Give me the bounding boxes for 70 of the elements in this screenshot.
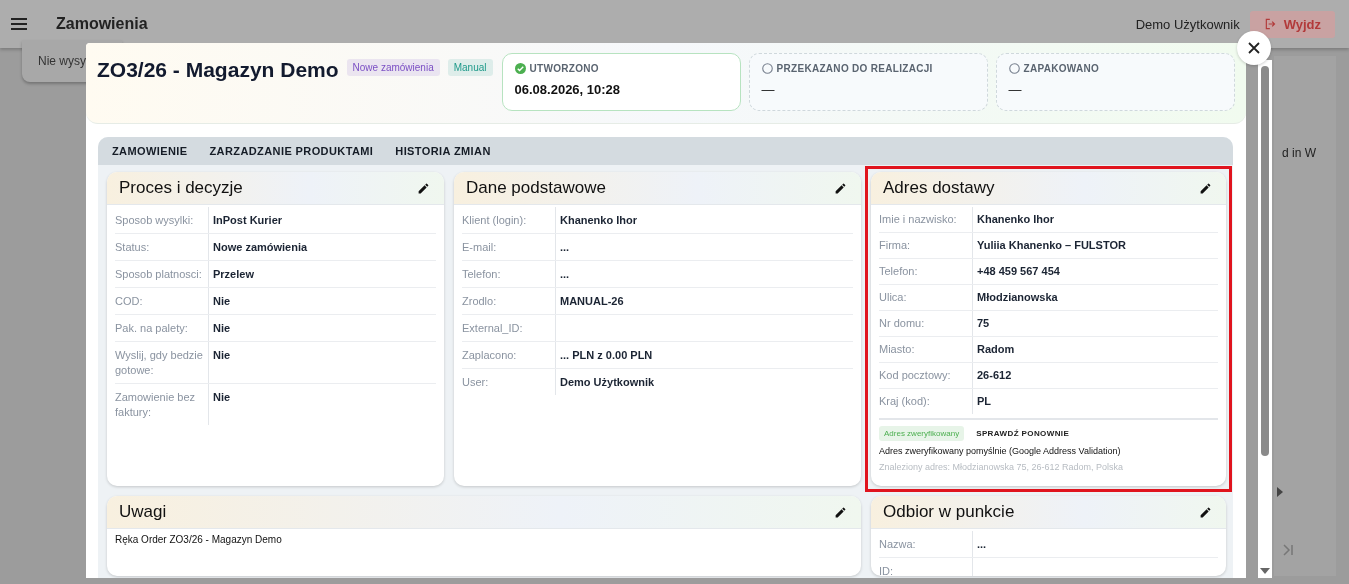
field-value: ... [559, 240, 571, 255]
field-value: 75 [976, 316, 991, 331]
stage-value: — [761, 82, 776, 97]
field-value: Radom [976, 342, 1016, 357]
field-value: Demo Użytkownik [559, 375, 656, 390]
field-label: Miasto: [879, 337, 973, 362]
field-label: Ulica: [879, 285, 973, 310]
field-label: Kod pocztowy: [879, 363, 973, 388]
stage-value: — [1008, 82, 1023, 97]
stage-value: 06.08.2026, 10:28 [514, 82, 622, 97]
field-label: ID: [879, 558, 973, 576]
card-title: Proces i decyzje [119, 178, 243, 198]
field-value: 26-612 [976, 368, 1013, 383]
field-value: Khanenko Ihor [976, 212, 1055, 227]
field-label: Sposob wysylki: [115, 207, 209, 233]
field-value: InPost Kurier [212, 213, 284, 228]
tab[interactable]: ZARZADZANIE PRODUKTAMI [198, 137, 385, 165]
field-label: Telefon: [462, 261, 556, 287]
field-label: Pak. na palety: [115, 315, 209, 341]
background-text: d in W [1282, 146, 1316, 160]
field-value: +48 459 567 454 [976, 264, 1061, 279]
stage-label: UTWORZONO [529, 63, 599, 74]
field-value: Nie [212, 321, 232, 336]
field-label: Status: [115, 234, 209, 260]
field-label: COD: [115, 288, 209, 314]
field-label: Kraj (kod): [879, 389, 973, 414]
field-label: E-mail: [462, 234, 556, 260]
field-value: MANUAL-26 [559, 294, 625, 309]
tab[interactable]: HISTORIA ZMIAN [384, 137, 502, 165]
field-value: ... [976, 537, 988, 552]
field-label: Nr domu: [879, 311, 973, 336]
note-text: Ręka Order ZO3/26 - Magazyn Demo [114, 533, 283, 547]
field-value: Nie [212, 348, 232, 363]
field-label: Nazwa: [879, 531, 973, 557]
field-value: Nie [212, 390, 232, 405]
field-label: Imie i nazwisko: [879, 207, 973, 232]
field-value: Khanenko Ihor [559, 213, 638, 228]
field-label: Sposob platnosci: [115, 261, 209, 287]
field-value: Yuliia Khanenko – FULSTOR [976, 238, 1127, 253]
card-title: Uwagi [119, 502, 167, 522]
card-title: Adres dostawy [883, 178, 995, 198]
field-value: Przelew [212, 267, 255, 282]
status-badge: Adres zweryfikowany [879, 426, 965, 441]
field-value: Nowe zamówienia [212, 240, 309, 255]
found-address: Znaleziony adres: Młodzianowska 75, 26-612 Radom, Polska [879, 462, 1125, 472]
tab[interactable]: ZAMOWIENIE [101, 137, 199, 165]
field-value: ... PLN z 0.00 PLN [559, 348, 654, 363]
field-label: User: [462, 369, 556, 395]
field-label: Zaplacono: [462, 342, 556, 368]
page-title: Zamowienia [56, 15, 148, 33]
field-label: Wyslij, gdy bedzie gotowe: [115, 342, 209, 383]
card-title: Odbior w punkcie [883, 502, 1015, 522]
status-badge: Nowe zamówienia [346, 59, 440, 76]
field-label: Klient (login): [462, 207, 556, 233]
card-title: Dane podstawowe [466, 178, 606, 198]
field-value: ... [559, 267, 571, 282]
field-label: Firma: [879, 233, 973, 258]
field-value: Młodzianowska [976, 290, 1059, 305]
recheck-button[interactable]: SPRAWDŹ PONOWNIE [976, 429, 1070, 438]
field-label: Zamowienie bez faktury: [115, 384, 209, 425]
field-label: Telefon: [879, 259, 973, 284]
user-name: Demo Użytkownik [1135, 16, 1240, 32]
field-value: Nie [212, 294, 232, 309]
field-label: External_ID: [462, 315, 556, 341]
status-badge: Manual [447, 59, 493, 76]
stage-label: PRZEKAZANO DO REALIZACJI [776, 63, 933, 74]
field-value: PL [976, 394, 993, 409]
field-label: Zrodlo: [462, 288, 556, 314]
verification-message: Adres zweryfikowany pomyślnie (Google Address Validation) [879, 446, 1122, 456]
stage-label: ZAPAKOWANO [1023, 63, 1100, 74]
